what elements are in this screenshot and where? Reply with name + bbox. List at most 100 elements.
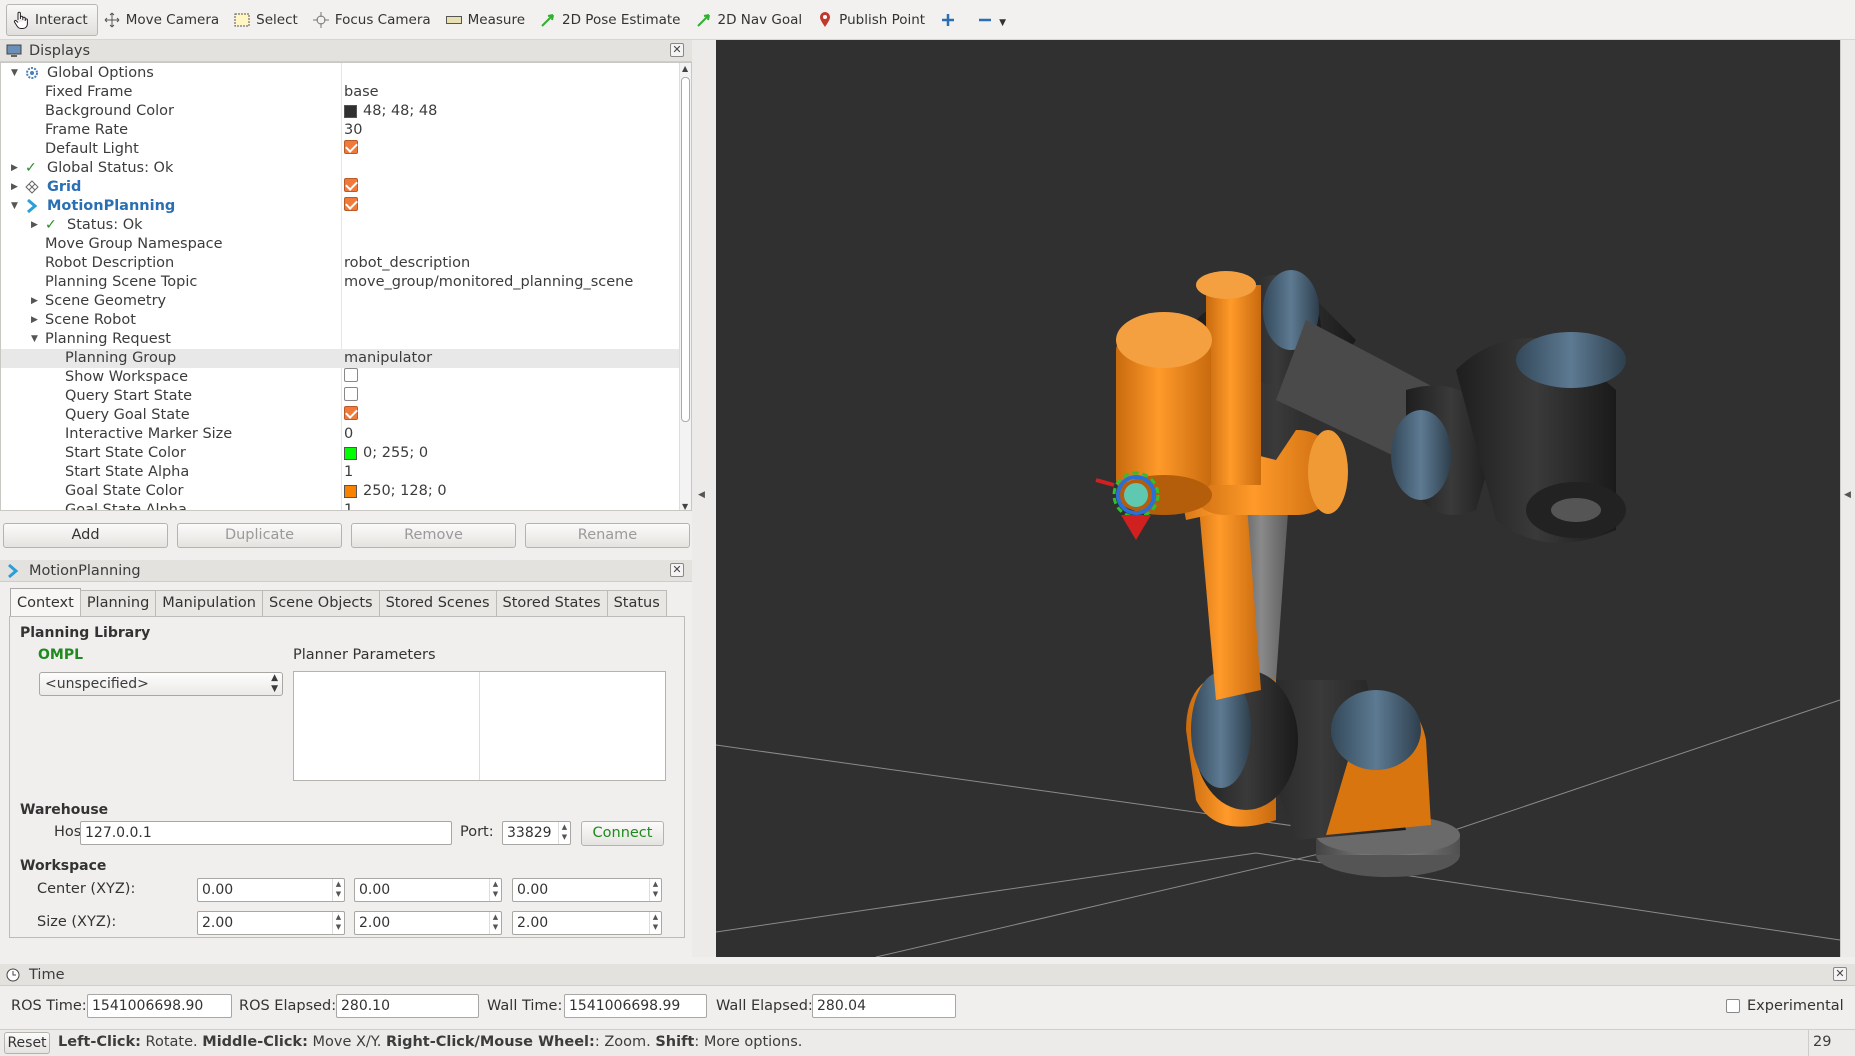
ros-time-field[interactable]: 1541006698.90: [87, 994, 232, 1018]
expand-arrow-icon[interactable]: ▶: [11, 178, 21, 197]
wall-elapsed-field[interactable]: 280.04: [812, 994, 956, 1018]
collapse-right-icon[interactable]: ◀: [1844, 490, 1851, 500]
center-y-input[interactable]: 0.00 ▲ ▼: [354, 878, 502, 902]
tree-row-grid[interactable]: ▶ Grid: [1, 178, 681, 197]
move-camera-tool[interactable]: Move Camera: [98, 4, 228, 36]
pose-estimate-tool[interactable]: 2D Pose Estimate: [534, 4, 689, 36]
nav-goal-tool[interactable]: 2D Nav Goal: [690, 4, 812, 36]
motion-planning-checkbox[interactable]: [344, 197, 358, 211]
tree-row-start-state-color[interactable]: Start State Color 0; 255; 0: [1, 444, 681, 463]
size-z-input[interactable]: 2.00 ▲ ▼: [512, 911, 662, 935]
row-value[interactable]: [344, 178, 358, 192]
tree-row-global-status[interactable]: ▶ ✓ Global Status: Ok: [1, 159, 681, 178]
displays-tree[interactable]: ▼ Global Options Fixed Frame base Backgr…: [0, 62, 692, 511]
spinner-arrows-icon[interactable]: ▲ ▼: [489, 879, 501, 901]
tab-stored-scenes[interactable]: Stored Scenes: [378, 590, 497, 616]
planner-select[interactable]: <unspecified> ▲ ▼: [39, 672, 283, 696]
row-value[interactable]: [344, 140, 358, 154]
tree-row-motion-planning[interactable]: ▼ MotionPlanning: [1, 197, 681, 216]
expand-arrow-icon[interactable]: ▼: [11, 64, 21, 83]
tree-row-goal-state-alpha[interactable]: Goal State Alpha 1: [1, 501, 681, 510]
tab-status[interactable]: Status: [606, 590, 667, 616]
tree-row-move-group-namespace[interactable]: Move Group Namespace: [1, 235, 681, 254]
focus-camera-tool[interactable]: Focus Camera: [307, 4, 440, 36]
row-value[interactable]: [344, 368, 358, 382]
tree-row-query-start-state[interactable]: Query Start State: [1, 387, 681, 406]
tab-planning[interactable]: Planning: [79, 590, 157, 616]
tree-row-interactive-marker-size[interactable]: Interactive Marker Size 0: [1, 425, 681, 444]
tree-row-default-light[interactable]: Default Light: [1, 140, 681, 159]
right-splitter[interactable]: ◀: [1840, 40, 1855, 957]
spinner-arrows-icon[interactable]: ▲ ▼: [558, 822, 570, 844]
interact-tool[interactable]: Interact: [6, 3, 98, 36]
tree-row-show-workspace[interactable]: Show Workspace: [1, 368, 681, 387]
tree-row-query-goal-state[interactable]: Query Goal State: [1, 406, 681, 425]
port-spinbox[interactable]: 33829 ▲ ▼: [502, 821, 571, 845]
spinner-arrows-icon[interactable]: ▲ ▼: [332, 912, 344, 934]
tree-row-fixed-frame[interactable]: Fixed Frame base: [1, 83, 681, 102]
size-x-input[interactable]: 2.00 ▲ ▼: [197, 911, 345, 935]
row-value[interactable]: [344, 387, 358, 401]
remove-button[interactable]: Remove: [351, 523, 516, 548]
spinner-arrows-icon[interactable]: ▲ ▼: [649, 879, 661, 901]
row-value[interactable]: 48; 48; 48: [344, 102, 437, 121]
center-x-input[interactable]: 0.00 ▲ ▼: [197, 878, 345, 902]
tree-row-background-color[interactable]: Background Color 48; 48; 48: [1, 102, 681, 121]
row-value[interactable]: move_group/monitored_planning_scene: [344, 273, 633, 292]
expand-arrow-icon[interactable]: ▶: [11, 159, 21, 178]
tree-row-robot-description[interactable]: Robot Description robot_description: [1, 254, 681, 273]
connect-button[interactable]: Connect: [581, 821, 664, 846]
duplicate-button[interactable]: Duplicate: [177, 523, 342, 548]
tab-scene-objects[interactable]: Scene Objects: [261, 590, 380, 616]
row-value[interactable]: [344, 197, 358, 211]
planner-parameters-table[interactable]: [293, 671, 666, 781]
experimental-checkbox[interactable]: [1726, 999, 1740, 1013]
select-tool[interactable]: Select: [228, 4, 307, 36]
expand-arrow-icon[interactable]: ▶: [31, 311, 41, 330]
tree-row-global-options[interactable]: ▼ Global Options: [1, 64, 681, 83]
host-input[interactable]: 127.0.0.1: [80, 821, 452, 845]
measure-tool[interactable]: Measure: [440, 4, 534, 36]
tree-row-planning-group[interactable]: Planning Group manipulator: [1, 349, 681, 368]
publish-point-tool[interactable]: Publish Point: [811, 4, 934, 36]
show-workspace-checkbox[interactable]: [344, 368, 358, 382]
add-button[interactable]: Add: [3, 523, 168, 548]
tab-stored-states[interactable]: Stored States: [495, 590, 608, 616]
spinner-arrows-icon[interactable]: ▲ ▼: [489, 912, 501, 934]
tree-row-planning-scene-topic[interactable]: Planning Scene Topic move_group/monitore…: [1, 273, 681, 292]
query-start-state-checkbox[interactable]: [344, 387, 358, 401]
query-goal-state-checkbox[interactable]: [344, 406, 358, 420]
close-icon[interactable]: ✕: [1833, 967, 1847, 981]
tree-row-start-state-alpha[interactable]: Start State Alpha 1: [1, 463, 681, 482]
tab-context[interactable]: Context: [10, 588, 81, 616]
ros-elapsed-field[interactable]: 280.10: [336, 994, 479, 1018]
close-icon[interactable]: ✕: [670, 43, 684, 57]
3d-viewport[interactable]: [716, 40, 1840, 957]
row-value[interactable]: 0; 255; 0: [344, 444, 428, 463]
tree-row-scene-geometry[interactable]: ▶ Scene Geometry: [1, 292, 681, 311]
expand-arrow-icon[interactable]: ▼: [31, 330, 41, 349]
collapse-left-icon[interactable]: ◀: [698, 490, 705, 500]
row-value[interactable]: robot_description: [344, 254, 470, 273]
scrollbar-thumb[interactable]: [681, 77, 690, 422]
add-tool-button[interactable]: [934, 4, 971, 36]
default-light-checkbox[interactable]: [344, 140, 358, 154]
wall-time-field[interactable]: 1541006698.99: [564, 994, 707, 1018]
grid-checkbox[interactable]: [344, 178, 358, 192]
tab-manipulation[interactable]: Manipulation: [155, 590, 263, 616]
expand-arrow-icon[interactable]: ▶: [31, 216, 41, 235]
reset-button[interactable]: Reset: [4, 1032, 50, 1054]
row-value[interactable]: [344, 406, 358, 420]
row-value[interactable]: 1: [344, 501, 353, 510]
spinner-arrows-icon[interactable]: ▲ ▼: [332, 879, 344, 901]
tree-row-status-ok[interactable]: ▶ ✓ Status: Ok: [1, 216, 681, 235]
expand-arrow-icon[interactable]: ▼: [11, 197, 21, 216]
scroll-down-icon[interactable]: ▼: [682, 502, 688, 510]
row-value[interactable]: base: [344, 83, 379, 102]
center-z-input[interactable]: 0.00 ▲ ▼: [512, 878, 662, 902]
close-icon[interactable]: ✕: [670, 563, 684, 577]
row-value[interactable]: 250; 128; 0: [344, 482, 447, 501]
tree-row-scene-robot[interactable]: ▶ Scene Robot: [1, 311, 681, 330]
scroll-up-icon[interactable]: ▲: [682, 64, 688, 73]
row-value[interactable]: 30: [344, 121, 362, 140]
